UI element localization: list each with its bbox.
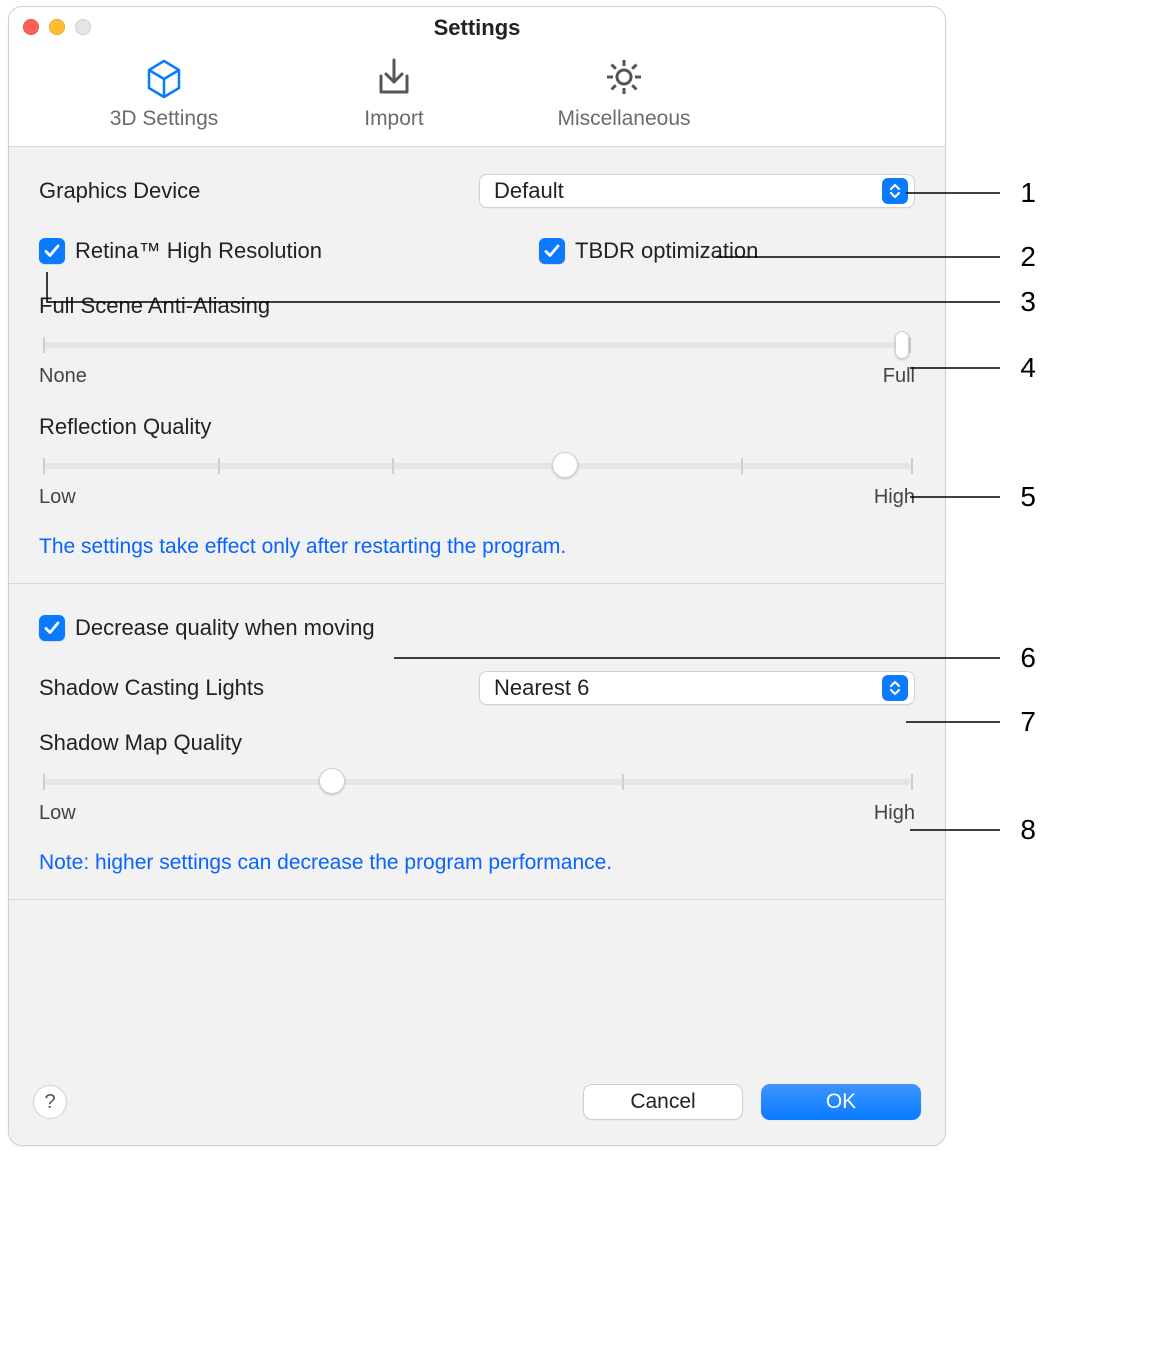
callout-6: 6 <box>1020 642 1036 674</box>
callout-8: 8 <box>1020 814 1036 846</box>
callout-7: 7 <box>1020 706 1036 738</box>
callout-4: 4 <box>1020 352 1036 384</box>
callout-2: 2 <box>1020 241 1036 273</box>
callout-3: 3 <box>1020 286 1036 318</box>
callout-5: 5 <box>1020 481 1036 513</box>
callout-1: 1 <box>1020 177 1036 209</box>
